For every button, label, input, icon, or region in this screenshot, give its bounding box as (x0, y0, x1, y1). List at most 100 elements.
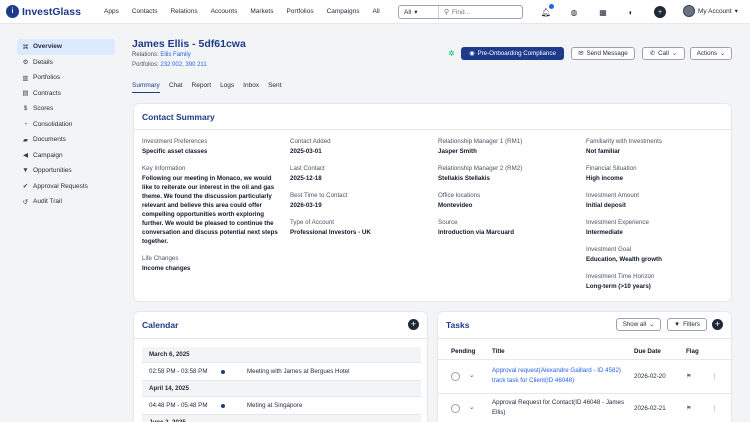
filters-button[interactable]: ▼ Filters (667, 318, 707, 331)
tab-sent[interactable]: Sent (268, 82, 281, 93)
sparkle-icon[interactable]: ✲ (448, 49, 455, 58)
sidebar-item-campaign[interactable]: ◀ Campaign (17, 148, 115, 164)
field-value: 2025-12-18 (290, 174, 322, 182)
account-menu[interactable]: My Account ▾ (683, 5, 738, 17)
more-options-icon[interactable]: ⋮ (711, 404, 718, 412)
summary-field: Contact Added 2025-03-01 (290, 138, 430, 157)
tab-summary[interactable]: Summary (132, 82, 160, 93)
page-title: James Ellis - 5df61cwa (132, 38, 246, 50)
calendar-date-header: April 14, 2025 (142, 381, 421, 397)
nav-relations[interactable]: Relations (170, 8, 197, 15)
send-message-button[interactable]: ✉ Send Message (571, 47, 635, 60)
nav-portfolios[interactable]: Portfolios (286, 8, 313, 15)
nav-campaigns[interactable]: Campaigns (327, 8, 360, 15)
sidebar-item-portfolios[interactable]: ▥ Portfolios (17, 70, 115, 86)
tab-report[interactable]: Report (192, 82, 212, 93)
col-title[interactable]: Title (492, 348, 505, 355)
chevron-down-icon[interactable]: ⌄ (469, 403, 474, 411)
record-tabs: Summary Chat Report Logs Inbox Sent (132, 82, 290, 93)
col-due-date[interactable]: Due Date (634, 348, 661, 355)
call-button[interactable]: ✆ Call ⌄ (642, 47, 685, 60)
bank-icon: ▥ (22, 74, 29, 82)
sidebar-item-documents[interactable]: ▰ Documents (17, 132, 115, 148)
add-event-button[interactable]: + (408, 319, 419, 330)
field-value: Intermediate (586, 228, 623, 236)
nav-apps[interactable]: Apps (104, 8, 119, 15)
field-value: Income changes (142, 264, 191, 272)
event-time: 02:58 PM - 03:58 PM (149, 368, 208, 375)
sidebar-item-contracts[interactable]: ▤ Contracts (17, 86, 115, 102)
tab-chat[interactable]: Chat (169, 82, 183, 93)
sidebar-item-overview[interactable]: ⌘ Overview (17, 39, 115, 55)
field-label: Office locations (438, 191, 481, 199)
nav-markets[interactable]: Markets (250, 8, 273, 15)
calendar-icon[interactable]: ▦ (597, 6, 609, 18)
chevron-down-icon[interactable]: ⌄ (469, 371, 474, 379)
sidebar-item-label: Portfolios (33, 74, 61, 82)
calendar-date-header: June 2, 2025 (142, 415, 421, 422)
tab-logs[interactable]: Logs (220, 82, 234, 93)
globe-icon[interactable]: ◍ (568, 6, 580, 18)
field-label: Relationship Manager 1 (RM1) (438, 138, 523, 145)
summary-field: Investment Preferences Specific asset cla… (142, 138, 282, 157)
summary-field: Relationship Manager 1 (RM1) Jasper Smith (438, 138, 578, 157)
relations-line: Relations: Ellis Family (132, 52, 191, 58)
portfolios-line: Portfolios: 232 002, 390 211 (132, 62, 207, 68)
nav-all[interactable]: All (372, 8, 379, 15)
contact-summary-title: Contact Summary (142, 112, 215, 122)
send-message-label: Send Message (586, 50, 628, 57)
notifications-bell-icon[interactable]: 🔔︎ (540, 4, 554, 18)
sidebar-item-consolidation[interactable]: ◔ Consolidation (17, 117, 115, 133)
theme-toggle-icon[interactable]: ◐ (625, 6, 637, 18)
pending-checkbox[interactable] (451, 372, 460, 381)
relations-link[interactable]: Ellis Family (160, 52, 190, 58)
field-label: Investment Preferences (142, 138, 208, 145)
field-label: Investment Time Horizon (586, 272, 655, 280)
add-icon[interactable]: + (654, 6, 666, 18)
add-task-button[interactable]: + (712, 319, 723, 330)
show-all-label: Show all (622, 321, 647, 328)
sidebar-item-label: Approval Requests (33, 182, 88, 190)
pending-checkbox[interactable] (451, 404, 460, 413)
more-options-icon[interactable]: ⋮ (711, 372, 718, 380)
funnel-icon: ▼ (22, 167, 29, 175)
account-label: My Account (698, 7, 732, 15)
summary-field: Investment Time Horizon Long-term (>10 ye… (586, 273, 726, 292)
portfolio-link[interactable]: 390 211 (185, 62, 206, 68)
sidebar-item-opportunities[interactable]: ▼ Opportunities (17, 163, 115, 179)
sidebar-item-audit-trail[interactable]: ↺ Audit Trail (17, 194, 115, 210)
sidebar-item-approval-requests[interactable]: ✔ Approval Requests (17, 179, 115, 195)
col-pending[interactable]: Pending (451, 348, 475, 355)
actions-button[interactable]: Actions ⌄ (690, 47, 732, 60)
nav-contacts[interactable]: Contacts (132, 8, 158, 15)
field-value: High income (586, 174, 624, 182)
flag-icon[interactable]: ⚑ (686, 373, 692, 380)
tasks-title: Tasks (446, 320, 470, 330)
nav-accounts[interactable]: Accounts (211, 8, 238, 15)
calendar-event[interactable]: 02:58 PM - 03:58 PM Meeting with James at… (142, 363, 421, 381)
field-value: Montevideo (438, 201, 473, 209)
divider (134, 129, 731, 130)
show-all-select[interactable]: Show all ⌄ (616, 318, 661, 331)
search-input[interactable] (452, 8, 522, 16)
event-dot-icon (221, 369, 225, 374)
sidebar-item-details[interactable]: ⚙ Details (17, 55, 115, 71)
table-row: ⌄ Approval request(Alexandre Gaillard - I… (438, 360, 731, 394)
portfolio-link[interactable]: 232 002 (160, 62, 182, 68)
search-scope-select[interactable]: All ▾ (399, 6, 439, 18)
task-title[interactable]: Approval request(Alexandre Gaillard - ID… (492, 366, 628, 386)
avatar (683, 5, 695, 17)
sidebar-item-scores[interactable]: $ Scores (17, 101, 115, 117)
col-flag[interactable]: Flag (686, 348, 699, 355)
field-label: Investment Amount (586, 191, 639, 199)
summary-field: Investment Experience Intermediate (586, 219, 726, 238)
divider (438, 338, 731, 339)
app-logo[interactable]: i InvestGlass (6, 5, 81, 18)
document-icon: ▤ (22, 90, 29, 98)
flag-icon[interactable]: ⚑ (686, 405, 692, 412)
pre-onboarding-compliance-button[interactable]: ◉ Pre-Onboarding Compliance (461, 47, 564, 60)
field-label: Type of Account (290, 218, 335, 226)
tab-inbox[interactable]: Inbox (243, 82, 259, 93)
chevron-down-icon: ▾ (734, 8, 738, 15)
calendar-event[interactable]: 04:48 PM - 05:48 PM Meting at Singapore (142, 397, 421, 415)
